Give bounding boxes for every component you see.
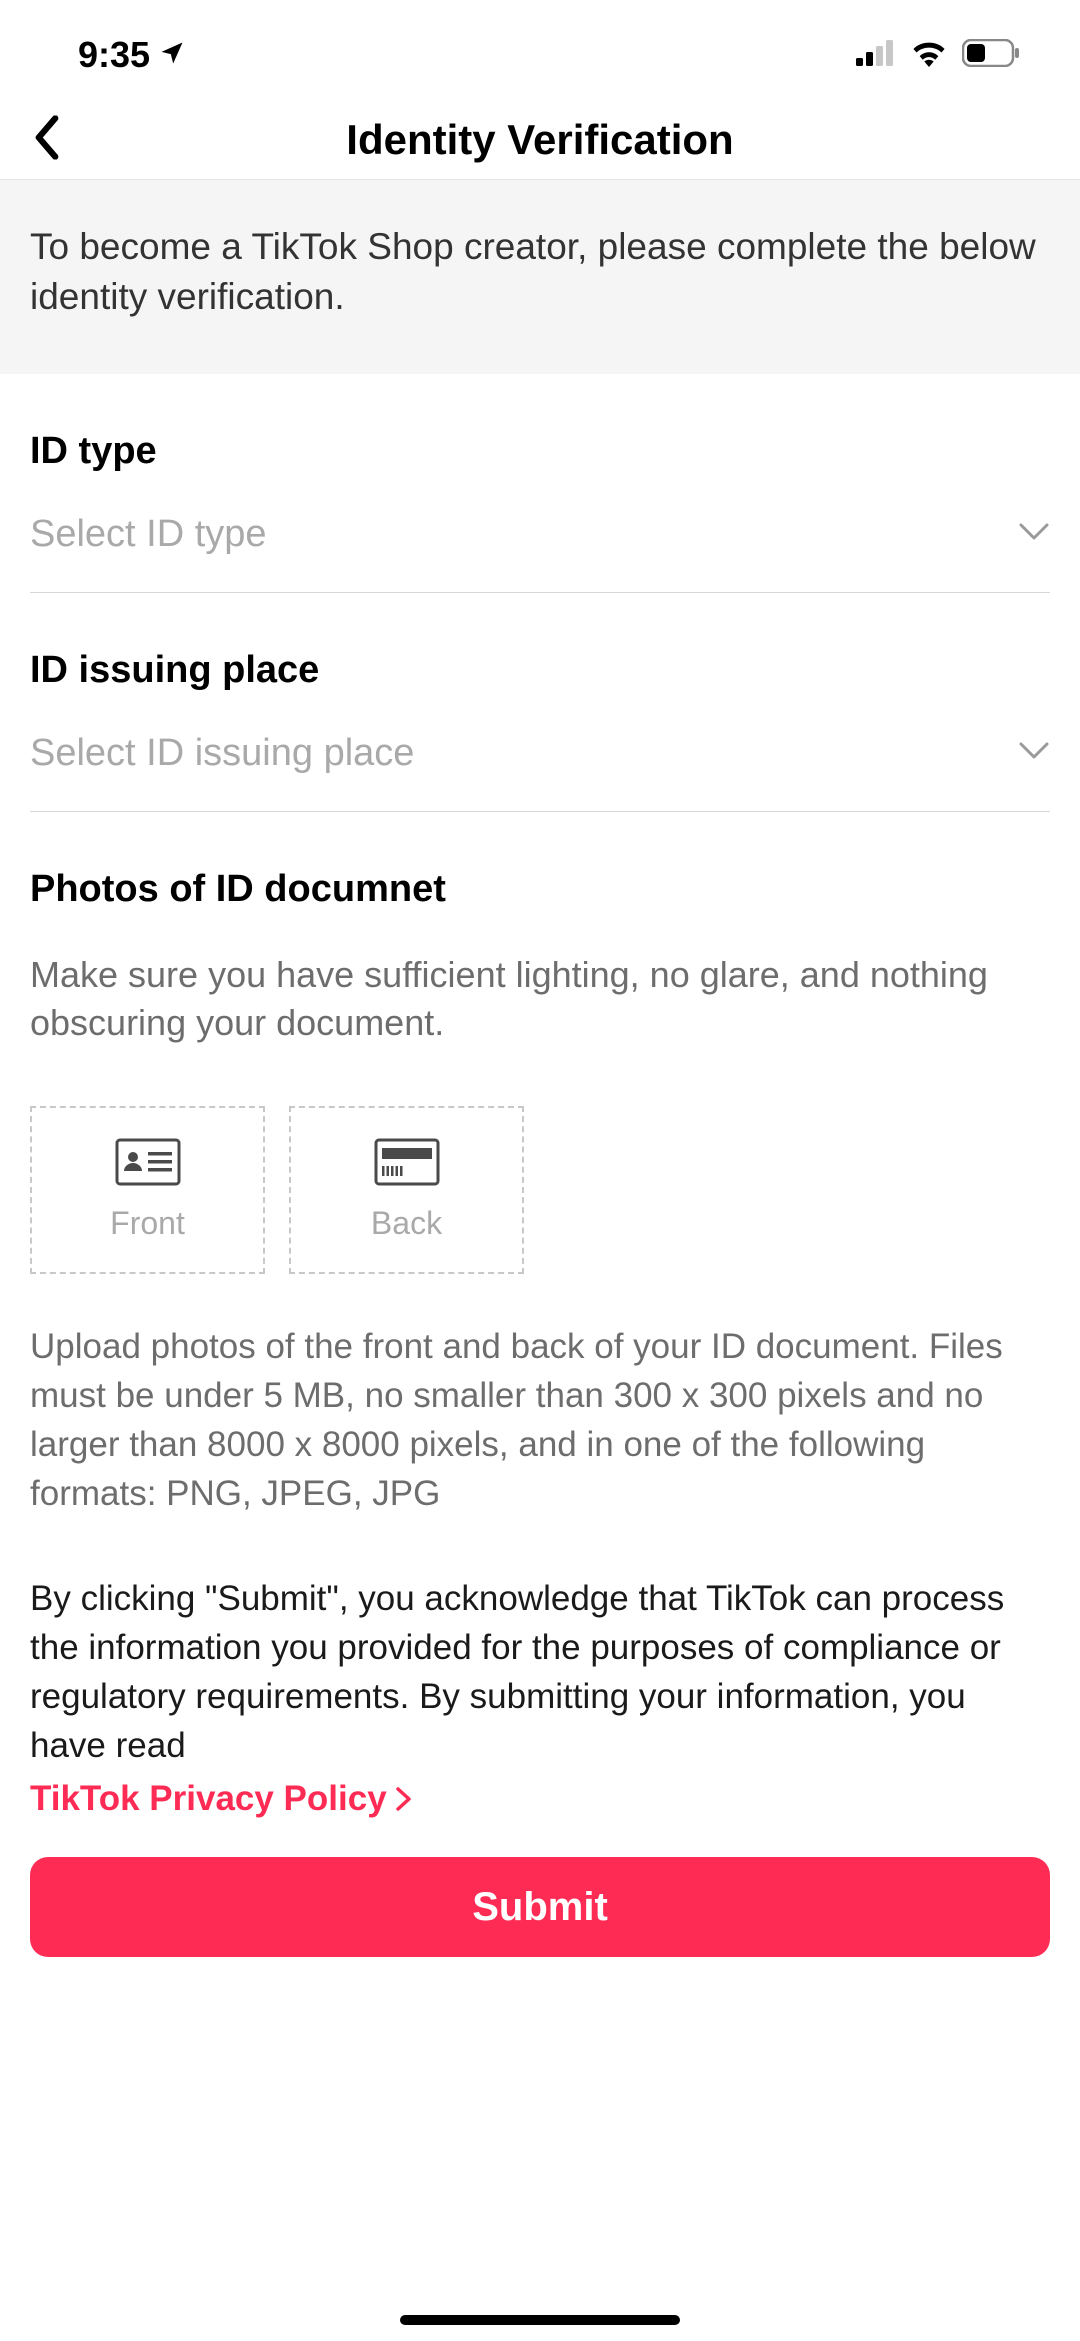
privacy-policy-label: TikTok Privacy Policy [30,1774,387,1823]
id-place-placeholder: Select ID issuing place [30,732,414,775]
id-type-field: ID type Select ID type [30,374,1050,593]
cellular-signal-icon [856,40,896,71]
upload-back-label: Back [371,1205,442,1242]
id-front-icon [115,1138,181,1191]
location-icon [158,34,186,76]
status-time-area: 9:35 [78,34,186,76]
page-title: Identity Verification [346,116,733,164]
chevron-down-icon [1018,741,1050,766]
chevron-down-icon [1018,522,1050,547]
id-back-icon [374,1138,440,1191]
status-bar: 9:35 [0,0,1080,100]
upload-row: Front Back [30,1106,1050,1274]
photos-field: Photos of ID documnet Make sure you have… [30,812,1050,1518]
intro-text: To become a TikTok Shop creator, please … [30,222,1050,322]
id-type-select[interactable]: Select ID type [30,513,1050,593]
upload-front-label: Front [110,1205,185,1242]
id-type-label: ID type [30,430,1050,473]
id-place-field: ID issuing place Select ID issuing place [30,593,1050,812]
submit-label: Submit [472,1885,608,1930]
battery-icon [962,39,1020,72]
wifi-icon [910,39,948,72]
id-type-placeholder: Select ID type [30,513,267,556]
upload-front[interactable]: Front [30,1106,265,1274]
photos-label: Photos of ID documnet [30,868,1050,911]
privacy-policy-link[interactable]: TikTok Privacy Policy [30,1774,413,1823]
upload-back[interactable]: Back [289,1106,524,1274]
status-icons [856,39,1020,72]
chevron-right-icon [395,1786,413,1812]
page-header: Identity Verification [0,100,1080,180]
ack-body: By clicking "Submit", you acknowledge th… [30,1579,1004,1765]
acknowledgement-text: By clicking "Submit", you acknowledge th… [30,1574,1050,1823]
intro-banner: To become a TikTok Shop creator, please … [0,180,1080,374]
home-indicator[interactable] [400,2315,680,2325]
back-button[interactable] [30,115,64,164]
photos-subtitle: Make sure you have sufficient lighting, … [30,951,1050,1048]
id-place-select[interactable]: Select ID issuing place [30,732,1050,812]
upload-help-text: Upload photos of the front and back of y… [30,1322,1050,1518]
status-time: 9:35 [78,34,150,76]
id-place-label: ID issuing place [30,649,1050,692]
submit-button[interactable]: Submit [30,1857,1050,1957]
